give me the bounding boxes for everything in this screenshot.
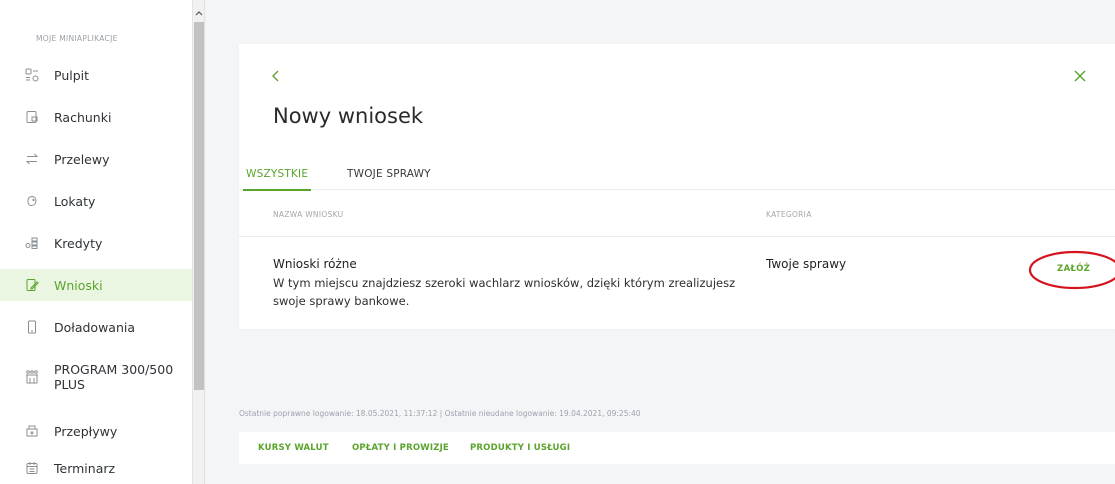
deposit-icon	[24, 193, 40, 209]
sidebar-item-label: Lokaty	[54, 193, 96, 209]
sidebar-item-label: Kredyty	[54, 235, 103, 251]
footer-link-kursy-walut[interactable]: KURSY WALUT	[258, 443, 329, 453]
sidebar-item-label: Rachunki	[54, 109, 112, 125]
cashflow-icon	[24, 423, 40, 439]
sidebar: MOJE MINIAPLIKACJE Pulpit Rachunki Przel…	[0, 0, 192, 484]
tab-twoje-sprawy[interactable]: TWOJE SPRAWY	[347, 158, 431, 190]
sidebar-item-rachunki[interactable]: Rachunki	[0, 101, 192, 133]
sidebar-scrollbar[interactable]	[192, 0, 204, 484]
dashboard-icon	[24, 67, 40, 83]
application-category: Twoje sprawy	[766, 257, 847, 271]
sidebar-heading: MOJE MINIAPLIKACJE	[36, 34, 118, 43]
column-header-category: KATEGORIA	[766, 210, 812, 219]
sidebar-item-program-300-500-plus[interactable]: PROGRAM 300/500 PLUS	[0, 357, 192, 397]
sidebar-item-label: Terminarz	[54, 460, 116, 476]
sidebar-item-przeplywy[interactable]: Przepływy	[0, 415, 192, 447]
scroll-thumb[interactable]	[194, 22, 204, 390]
sidebar-item-label-line1: PROGRAM 300/500	[54, 362, 174, 377]
sidebar-item-przelewy[interactable]: Przelewy	[0, 143, 192, 175]
application-icon	[24, 277, 40, 293]
sidebar-item-label: Doładowania	[54, 319, 136, 335]
divider	[204, 0, 205, 484]
back-arrow-icon[interactable]	[269, 68, 283, 84]
zaloz-button[interactable]: ZAŁÓŻ	[1057, 264, 1090, 274]
tab-wszystkie[interactable]: WSZYSTKIE	[242, 158, 312, 191]
footer-link-oplaty-i-prowizje[interactable]: OPŁATY I PROWIZJE	[352, 443, 449, 453]
sidebar-item-pulpit[interactable]: Pulpit	[0, 59, 192, 91]
column-header-name: NAZWA WNIOSKU	[273, 210, 344, 219]
sidebar-item-label-line2: PLUS	[54, 377, 85, 392]
close-icon[interactable]	[1072, 68, 1088, 84]
new-application-card: Nowy wniosek WSZYSTKIE TWOJE SPRAWY NAZW…	[239, 44, 1115, 329]
application-title: Wnioski różne	[273, 257, 357, 271]
transfer-icon	[24, 151, 40, 167]
sidebar-item-label: PROGRAM 300/500 PLUS	[54, 362, 173, 392]
credit-icon	[24, 235, 40, 251]
calendar-icon	[24, 460, 40, 476]
tab-bar: WSZYSTKIE TWOJE SPRAWY	[239, 158, 1115, 191]
children-icon	[24, 369, 40, 385]
sidebar-item-label: Pulpit	[54, 67, 90, 83]
sidebar-item-wnioski[interactable]: Wnioski	[0, 269, 192, 301]
sidebar-item-doladowania[interactable]: Doładowania	[0, 311, 192, 343]
divider	[239, 236, 1115, 237]
sidebar-item-lokaty[interactable]: Lokaty	[0, 185, 192, 217]
login-info: Ostatnie poprawne logowanie: 18.05.2021,…	[239, 409, 641, 418]
application-description: W tym miejscu znajdziesz szeroki wachlar…	[273, 276, 736, 308]
page-title: Nowy wniosek	[273, 104, 424, 128]
sidebar-item-label: Przepływy	[54, 423, 118, 439]
sidebar-item-label: Wnioski	[54, 277, 103, 293]
sidebar-item-terminarz[interactable]: Terminarz	[0, 452, 192, 484]
footer-bar: KURSY WALUT OPŁATY I PROWIZJE PRODUKTY I…	[239, 432, 1115, 464]
sidebar-item-kredyty[interactable]: Kredyty	[0, 227, 192, 259]
sidebar-item-label: Przelewy	[54, 151, 110, 167]
footer-link-produkty-i-uslugi[interactable]: PRODUKTY I USŁUGI	[470, 443, 570, 453]
phone-icon	[24, 319, 40, 335]
account-icon	[24, 109, 40, 125]
